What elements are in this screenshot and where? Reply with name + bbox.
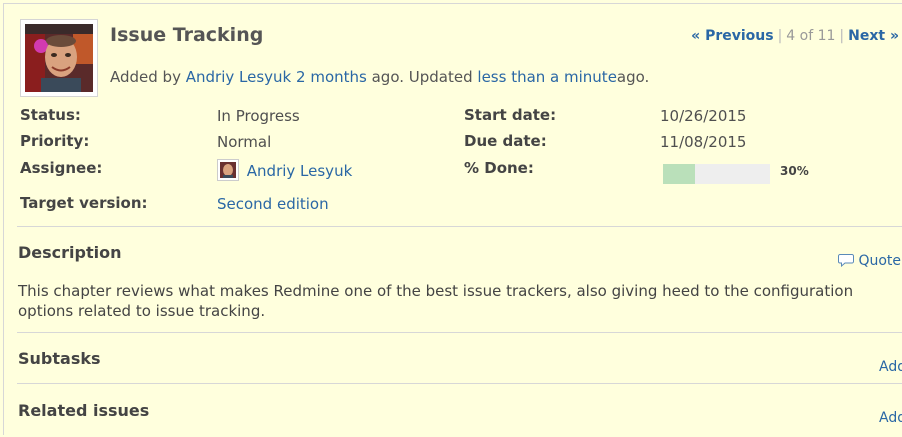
status-value: In Progress bbox=[217, 107, 300, 125]
assignee-label: Assignee: bbox=[20, 159, 103, 177]
updated-prefix: ago. Updated bbox=[371, 68, 473, 86]
speech-bubble-icon bbox=[838, 254, 854, 268]
assignee-avatar bbox=[217, 159, 239, 181]
due-date-value: 11/08/2015 bbox=[660, 133, 747, 151]
issue-panel: Issue Tracking « Previous | 4 of 11 | Next »… bbox=[3, 3, 902, 435]
done-percent: 30% bbox=[780, 164, 809, 178]
start-date-value: 10/26/2015 bbox=[660, 107, 747, 125]
assignee-link[interactable]: Andriy Lesyuk bbox=[247, 162, 352, 180]
start-date-label: Start date: bbox=[464, 106, 557, 124]
divider bbox=[17, 226, 902, 227]
issue-title: Issue Tracking bbox=[110, 24, 264, 46]
add-subtask-link[interactable]: Add bbox=[879, 359, 902, 375]
description-heading: Description bbox=[18, 243, 122, 262]
done-label: % Done: bbox=[464, 159, 534, 177]
assignee-value: Andriy Lesyuk bbox=[217, 159, 352, 181]
related-issues-heading: Related issues bbox=[18, 401, 150, 420]
due-date-label: Due date: bbox=[464, 132, 547, 150]
updated-suffix: ago. bbox=[616, 68, 650, 86]
previous-link[interactable]: « Previous bbox=[691, 28, 773, 44]
description-text: This chapter reviews what makes Redmine … bbox=[18, 282, 854, 320]
next-link[interactable]: Next » bbox=[848, 28, 899, 44]
divider bbox=[17, 383, 902, 384]
priority-value: Normal bbox=[217, 133, 272, 151]
status-label: Status: bbox=[20, 106, 81, 124]
target-version-label: Target version: bbox=[20, 194, 148, 212]
issue-navigation: « Previous | 4 of 11 | Next » bbox=[691, 28, 899, 44]
updated-time-link[interactable]: less than a minute bbox=[477, 68, 617, 86]
quote-label: Quote bbox=[858, 253, 902, 269]
target-version-link[interactable]: Second edition bbox=[217, 195, 329, 213]
author-avatar bbox=[20, 19, 98, 97]
priority-label: Priority: bbox=[20, 132, 90, 150]
issue-position: 4 of 11 bbox=[786, 28, 836, 44]
added-time-link[interactable]: 2 months bbox=[296, 68, 367, 86]
added-prefix: Added by bbox=[110, 68, 181, 86]
subtasks-heading: Subtasks bbox=[18, 349, 101, 368]
issue-meta: Added by Andriy Lesyuk 2 months ago. Upd… bbox=[110, 68, 649, 86]
divider bbox=[17, 332, 902, 333]
author-avatar-image bbox=[25, 24, 93, 92]
author-link[interactable]: Andriy Lesyuk bbox=[186, 68, 291, 86]
done-progress-bar bbox=[663, 164, 770, 184]
nav-separator: | bbox=[839, 28, 845, 44]
add-related-issue-link[interactable]: Add bbox=[879, 410, 902, 426]
quote-button[interactable]: Quote bbox=[838, 253, 901, 269]
done-progress-fill bbox=[663, 164, 696, 184]
nav-separator: | bbox=[777, 28, 783, 44]
